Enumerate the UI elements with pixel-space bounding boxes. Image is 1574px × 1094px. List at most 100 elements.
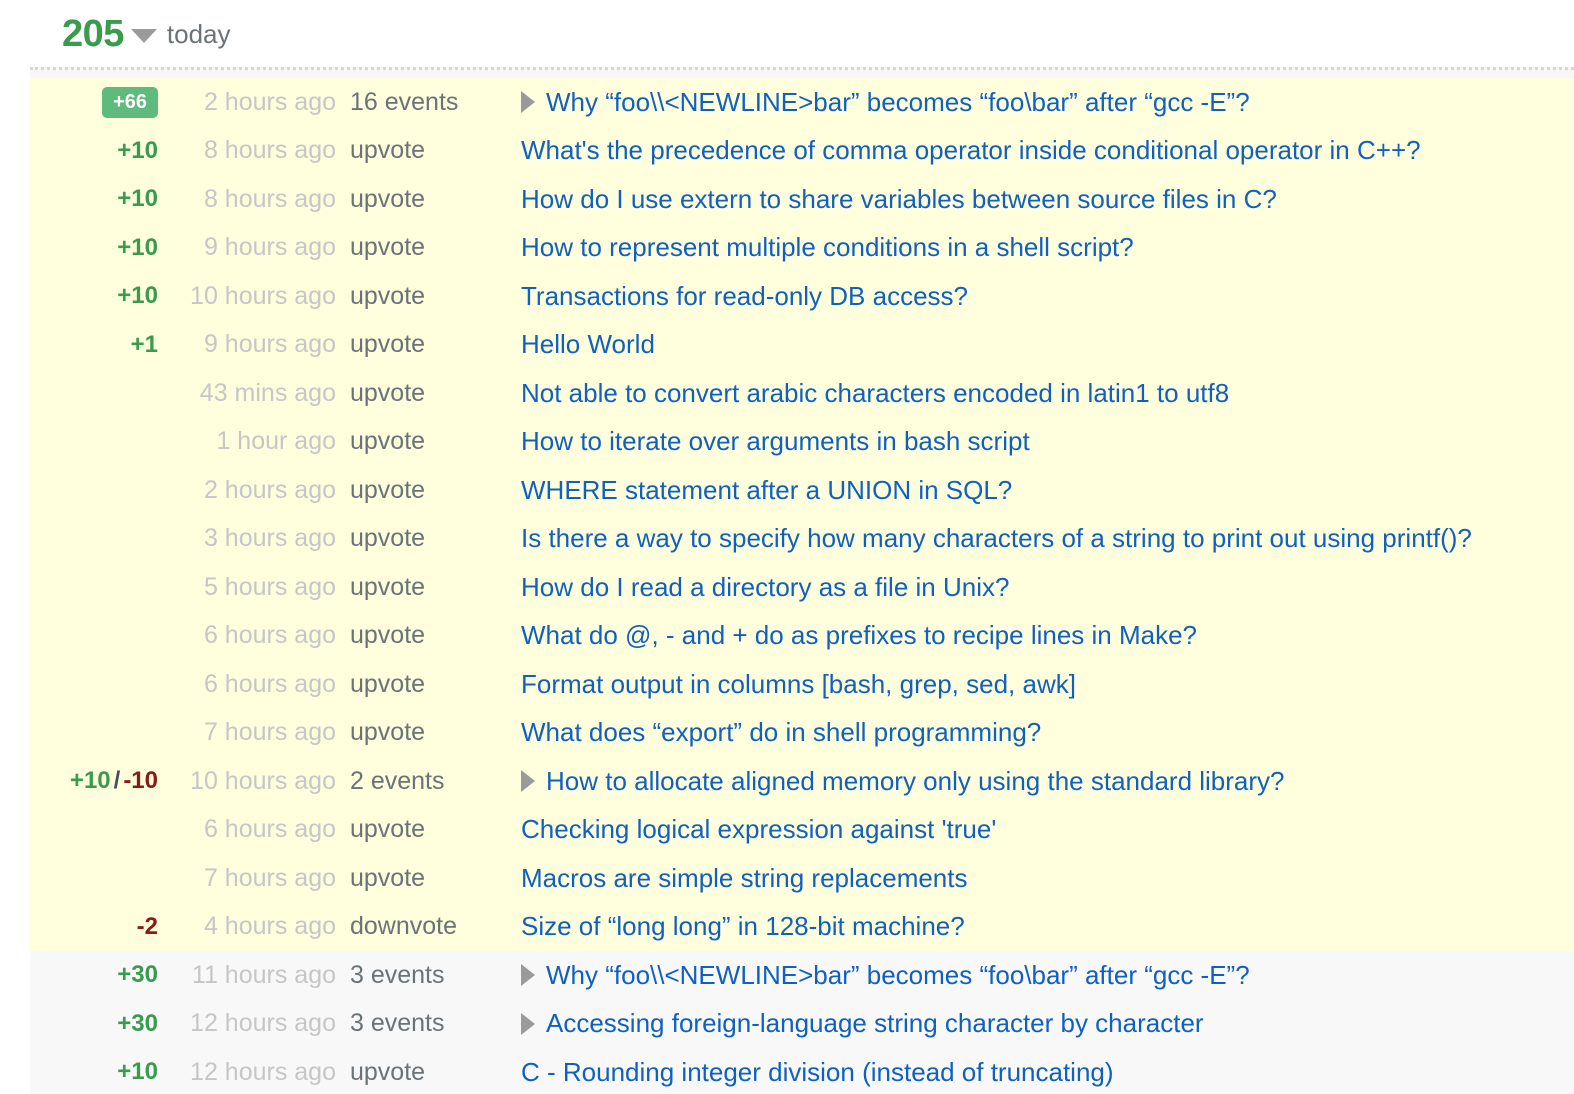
post-title-link[interactable]: Macros are simple string replacements xyxy=(521,863,968,894)
post-title-row: WHERE statement after a UNION in SQL? xyxy=(521,475,1574,506)
post-title-row: Macros are simple string replacements xyxy=(521,863,1574,894)
timestamp-cell: 4 hours ago xyxy=(203,912,336,941)
post-title-link[interactable]: What's the precedence of comma operator … xyxy=(521,135,1421,166)
post-title-link[interactable]: What do @, - and + do as prefixes to rec… xyxy=(521,620,1197,651)
post-title-link[interactable]: How to iterate over arguments in bash sc… xyxy=(521,426,1030,457)
expand-triangle-icon[interactable] xyxy=(521,1012,535,1035)
post-title-link[interactable]: How do I read a directory as a file in U… xyxy=(521,572,1009,603)
table-row[interactable]: +10 10 hours ago upvote Transactions for re… xyxy=(30,272,1574,321)
post-title-row: What's the precedence of comma operator … xyxy=(521,135,1574,166)
post-title-row: Hello World xyxy=(521,329,1574,360)
post-title-link[interactable]: Is there a way to specify how many chara… xyxy=(521,523,1472,554)
reputation-change-cell: -2 xyxy=(30,903,170,952)
post-title-cell: How to allocate aligned memory only usin… xyxy=(495,757,1574,806)
expand-triangle-icon[interactable] xyxy=(521,770,535,793)
event-type-cell: 3 events xyxy=(350,1009,445,1038)
table-row[interactable]: +30 11 hours ago 3 events Why “foo\\<NEWLIN… xyxy=(30,951,1574,1000)
event-type-cell: upvote xyxy=(350,815,426,844)
table-row[interactable]: +10 9 hours ago upvote How to represent mul… xyxy=(30,223,1574,273)
table-row[interactable]: +10 8 hours ago upvote What's the precedenc… xyxy=(30,126,1574,176)
event-type-cell: upvote xyxy=(350,1057,426,1086)
table-row[interactable]: -2 4 hours ago downvote Size of “long long”… xyxy=(30,902,1574,952)
table-row[interactable]: +1 9 hours ago upvote Hello World xyxy=(30,320,1574,370)
reputation-change-cell: +10 xyxy=(30,224,170,273)
post-title-row: Why “foo\\<NEWLINE>bar” becomes “foo\bar… xyxy=(521,87,1574,118)
table-row[interactable]: 7 hours ago upvote Macros are simple strin… xyxy=(30,854,1574,903)
post-title-cell: How to iterate over arguments in bash sc… xyxy=(495,418,1574,467)
event-type-cell: 16 events xyxy=(350,87,459,116)
table-row[interactable]: 6 hours ago upvote Checking logical expres… xyxy=(30,805,1574,855)
post-title-row: C - Rounding integer division (instead o… xyxy=(521,1057,1574,1088)
reputation-period-label[interactable]: today xyxy=(167,21,231,47)
post-title-link[interactable]: Why “foo\\<NEWLINE>bar” becomes “foo\bar… xyxy=(546,960,1250,991)
post-title-link[interactable]: WHERE statement after a UNION in SQL? xyxy=(521,475,1012,506)
post-title-link[interactable]: Hello World xyxy=(521,329,655,360)
table-row[interactable]: +10 8 hours ago upvote How do I use extern … xyxy=(30,175,1574,224)
event-type-cell: upvote xyxy=(350,475,426,504)
expand-triangle-icon[interactable] xyxy=(521,91,535,114)
post-title-link[interactable]: How do I use extern to share variables b… xyxy=(521,184,1277,215)
table-row[interactable]: 1 hour ago upvote How to iterate over argu… xyxy=(30,417,1574,467)
reputation-value: +10 xyxy=(117,136,158,164)
post-title-link[interactable]: Transactions for read-only DB access? xyxy=(521,281,968,312)
post-title-cell: Not able to convert arabic characters en… xyxy=(495,369,1574,418)
post-title-link[interactable]: Not able to convert arabic characters en… xyxy=(521,378,1229,409)
table-row[interactable]: 2 hours ago upvote WHERE statement after a… xyxy=(30,466,1574,515)
reputation-change-cell: +30 xyxy=(30,1000,170,1049)
post-title-cell: Is there a way to specify how many chara… xyxy=(495,515,1574,564)
table-row[interactable]: 5 hours ago upvote How do I read a directo… xyxy=(30,563,1574,612)
post-title-cell: Checking logical expression against 'tru… xyxy=(495,806,1574,855)
post-title-row: How to allocate aligned memory only usin… xyxy=(521,766,1574,797)
table-row[interactable]: +10 12 hours ago upvote C - Rounding intege… xyxy=(30,1048,1574,1094)
post-title-link[interactable]: What does “export” do in shell programmi… xyxy=(521,717,1041,748)
reputation-change-cell: +66 xyxy=(30,78,170,127)
table-row[interactable]: 43 mins ago upvote Not able to convert ara… xyxy=(30,369,1574,418)
post-title-link[interactable]: How to represent multiple conditions in … xyxy=(521,232,1134,263)
reputation-change-cell: +10/-10 xyxy=(30,757,170,806)
reputation-loss: -10 xyxy=(123,767,158,795)
event-type-cell: downvote xyxy=(350,912,458,941)
post-title-link[interactable]: Format output in columns [bash, grep, se… xyxy=(521,669,1076,700)
timestamp-cell: 5 hours ago xyxy=(203,572,336,601)
event-type-cell: upvote xyxy=(350,184,426,213)
post-title-cell: How to represent multiple conditions in … xyxy=(495,224,1574,273)
timestamp-cell: 7 hours ago xyxy=(203,863,336,892)
post-title-cell: Hello World xyxy=(495,321,1574,370)
post-title-cell: What's the precedence of comma operator … xyxy=(495,127,1574,176)
post-title-row: How to represent multiple conditions in … xyxy=(521,232,1574,263)
timestamp-cell: 9 hours ago xyxy=(203,330,336,359)
post-title-cell: What does “export” do in shell programmi… xyxy=(495,709,1574,758)
post-title-link[interactable]: Why “foo\\<NEWLINE>bar” becomes “foo\bar… xyxy=(546,87,1250,118)
timestamp-cell: 12 hours ago xyxy=(190,1009,336,1038)
post-title-link[interactable]: Checking logical expression against 'tru… xyxy=(521,814,996,845)
post-title-link[interactable]: Size of “long long” in 128-bit machine? xyxy=(521,911,965,942)
chevron-down-icon[interactable] xyxy=(130,28,157,43)
table-row[interactable]: 7 hours ago upvote What does “export” do i… xyxy=(30,708,1574,758)
post-title-link[interactable]: Accessing foreign-language string charac… xyxy=(546,1008,1204,1039)
table-row[interactable]: 6 hours ago upvote What do @, - and + do a… xyxy=(30,611,1574,661)
reputation-change-cell: +10 xyxy=(30,1048,170,1094)
reputation-badge: +66 xyxy=(102,86,158,118)
post-title-cell: What do @, - and + do as prefixes to rec… xyxy=(495,612,1574,661)
timestamp-cell: 10 hours ago xyxy=(190,766,336,795)
table-row[interactable]: 6 hours ago upvote Format output in column… xyxy=(30,660,1574,709)
post-title-row: Format output in columns [bash, grep, se… xyxy=(521,669,1574,700)
table-row[interactable]: +10/-10 10 hours ago 2 events How to alloca… xyxy=(30,757,1574,806)
expand-triangle-icon[interactable] xyxy=(521,964,535,987)
table-row[interactable]: +30 12 hours ago 3 events Accessing foreign… xyxy=(30,999,1574,1049)
reputation-change-cell xyxy=(30,709,170,758)
event-type-cell: upvote xyxy=(350,136,426,165)
table-row[interactable]: +66 2 hours ago 16 events Why “foo\\<NEWLIN… xyxy=(30,78,1574,127)
reputation-value: +10 xyxy=(117,185,158,213)
post-title-row: What does “export” do in shell programmi… xyxy=(521,717,1574,748)
post-title-row: Not able to convert arabic characters en… xyxy=(521,378,1574,409)
reputation-change-cell: +10 xyxy=(30,127,170,176)
post-title-row: How do I use extern to share variables b… xyxy=(521,184,1574,215)
post-title-row: Why “foo\\<NEWLINE>bar” becomes “foo\bar… xyxy=(521,960,1574,991)
reputation-total: 205 xyxy=(62,12,124,55)
table-row[interactable]: 3 hours ago upvote Is there a way to speci… xyxy=(30,514,1574,564)
post-title-link[interactable]: How to allocate aligned memory only usin… xyxy=(546,766,1285,797)
event-type-cell: 2 events xyxy=(350,766,445,795)
post-title-link[interactable]: C - Rounding integer division (instead o… xyxy=(521,1057,1114,1088)
post-title-cell: Accessing foreign-language string charac… xyxy=(495,1000,1574,1049)
